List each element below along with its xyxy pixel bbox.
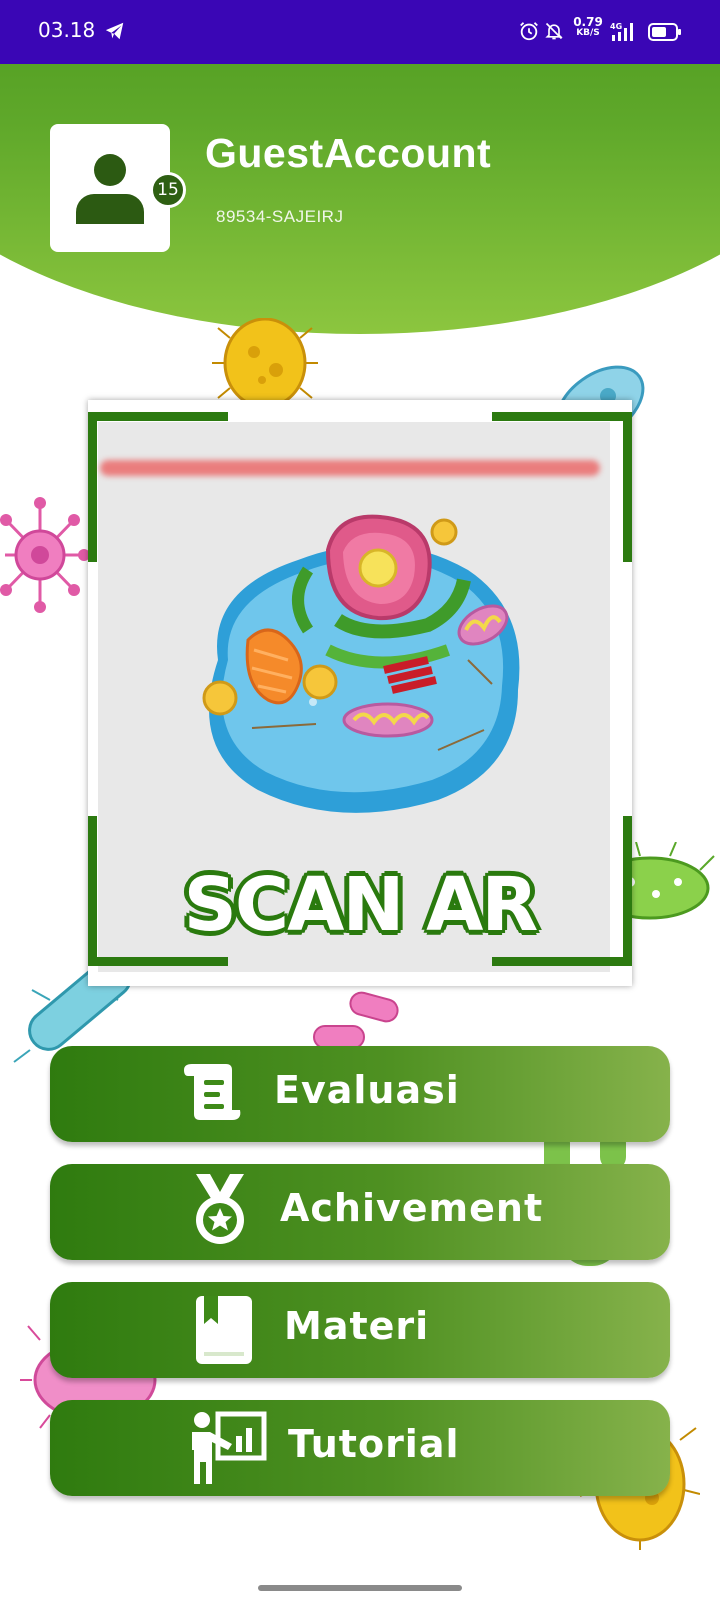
battery-icon [648, 23, 681, 41]
achievement-label: Achivement [280, 1186, 544, 1230]
network-speed-unit: KB/S [576, 28, 600, 38]
status-bar: 03.18 0.79 KB/S 4G [0, 0, 720, 64]
animal-cell-illustration [202, 514, 520, 813]
materi-button[interactable]: Materi [50, 1282, 670, 1378]
username: GuestAccount [205, 130, 492, 176]
profile-header: 15 GuestAccount 89534-SAJEIRJ [0, 64, 720, 334]
pink-bacilli-decoration [313, 991, 399, 1049]
pink-virus-decoration [0, 497, 90, 613]
network-type: 4G [610, 22, 622, 31]
telegram-icon [105, 22, 124, 40]
evaluasi-button[interactable]: Evaluasi [50, 1046, 670, 1142]
status-time: 03.18 [38, 18, 96, 42]
presentation-icon [192, 1411, 267, 1484]
tutorial-button[interactable]: Tutorial [50, 1400, 670, 1496]
alarm-icon [520, 22, 538, 41]
network-speed-value: 0.79 [573, 15, 603, 29]
scan-ar-label: SCAN AR [182, 861, 540, 950]
home-indicator[interactable] [258, 1585, 462, 1591]
level-badge: 15 [150, 172, 186, 208]
tutorial-label: Tutorial [288, 1422, 460, 1466]
book-icon [196, 1296, 252, 1364]
scan-ar-card[interactable]: SCAN AR [88, 400, 632, 986]
scroll-icon [184, 1064, 241, 1120]
achievement-button[interactable]: Achivement [50, 1164, 670, 1260]
user-code: 89534-SAJEIRJ [216, 207, 344, 226]
network-speed: 0.79 KB/S [570, 15, 606, 39]
medal-icon [196, 1174, 244, 1244]
materi-label: Materi [284, 1304, 430, 1348]
scan-line [100, 460, 600, 476]
signal-icon: 4G [610, 22, 633, 41]
user-icon [76, 154, 144, 224]
evaluasi-label: Evaluasi [274, 1068, 460, 1112]
bell-off-icon [545, 22, 563, 40]
